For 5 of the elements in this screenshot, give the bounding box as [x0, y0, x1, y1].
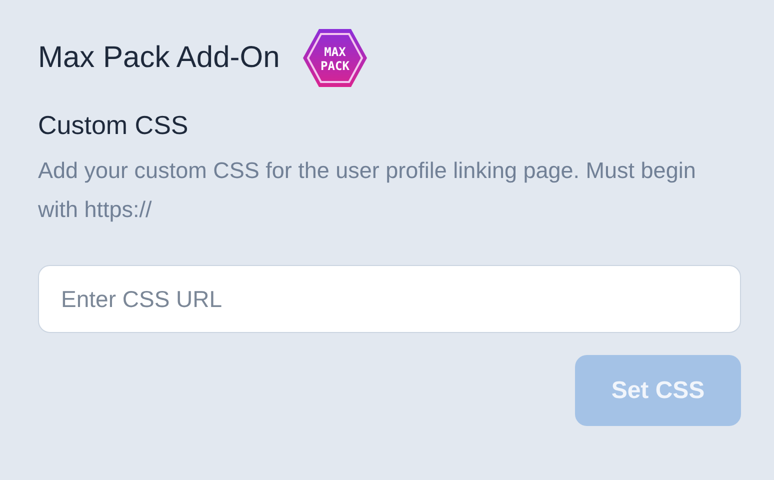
section-description: Add your custom CSS for the user profile linking page. Must begin with https://	[38, 157, 697, 224]
max-pack-badge: MAX PACK	[302, 28, 368, 88]
css-url-field[interactable]: Enter CSS URL	[38, 265, 741, 333]
section-heading: Custom CSS	[38, 110, 190, 141]
page-title: Max Pack Add-On	[38, 41, 280, 75]
